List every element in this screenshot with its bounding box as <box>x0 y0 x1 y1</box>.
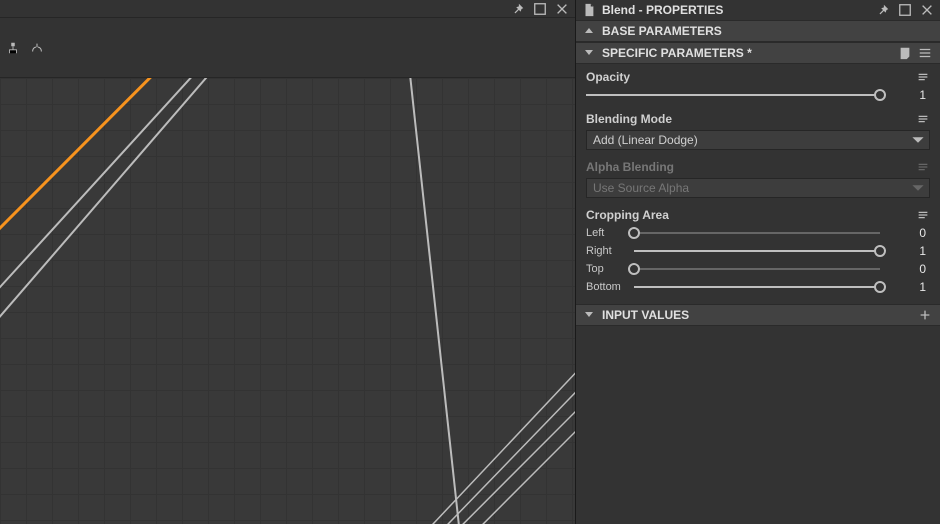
section-base-parameters-header[interactable]: BASE PARAMETERS <box>576 20 940 42</box>
opacity-value[interactable]: 1 <box>890 88 930 102</box>
crop-top-label: Top <box>586 263 624 275</box>
properties-panel: Blend - PROPERTIES BASE PARAMETERS SPECI… <box>576 0 940 524</box>
crop-left-slider[interactable] <box>634 226 880 240</box>
crop-left-value[interactable]: 0 <box>890 226 930 240</box>
properties-titlebar: Blend - PROPERTIES <box>576 0 940 20</box>
chevron-down-icon <box>584 308 594 322</box>
section-specific-parameters-label: SPECIFIC PARAMETERS * <box>602 46 890 60</box>
chevron-down-icon <box>584 46 594 60</box>
opacity-slider[interactable] <box>586 88 880 102</box>
chevron-down-icon <box>911 181 925 195</box>
pin-icon[interactable] <box>876 3 890 17</box>
crop-bottom-value[interactable]: 1 <box>890 280 930 294</box>
add-icon[interactable] <box>918 308 932 322</box>
toolbar-alignment-icon[interactable] <box>30 41 44 55</box>
chevron-down-icon <box>911 133 925 147</box>
section-input-values-label: INPUT VALUES <box>602 308 910 322</box>
section-specific-parameters-body: Opacity 1 Blending Mode Add (Linear Dodg… <box>576 64 940 304</box>
close-icon[interactable] <box>920 3 934 17</box>
section-input-values-body <box>576 326 940 524</box>
crop-left-label: Left <box>586 227 624 239</box>
chevron-right-icon <box>584 24 594 38</box>
param-opacity: Opacity 1 <box>586 70 930 102</box>
graph-panel-header <box>0 0 575 18</box>
document-icon <box>582 3 596 17</box>
param-blending-mode: Blending Mode Add (Linear Dodge) <box>586 112 930 150</box>
close-icon[interactable] <box>555 2 569 16</box>
param-alpha-blending-label: Alpha Blending <box>586 160 916 174</box>
maximize-icon[interactable] <box>898 3 912 17</box>
section-input-values-header[interactable]: INPUT VALUES <box>576 304 940 326</box>
section-base-parameters-label: BASE PARAMETERS <box>602 24 932 38</box>
graph-toolbar <box>0 18 575 78</box>
blending-mode-dropdown[interactable]: Add (Linear Dodge) <box>586 130 930 150</box>
crop-top-slider[interactable] <box>634 262 880 276</box>
crop-right-value[interactable]: 1 <box>890 244 930 258</box>
param-options-icon[interactable] <box>916 70 930 84</box>
toolbar-node-icon[interactable] <box>6 41 20 55</box>
pin-icon[interactable] <box>511 2 525 16</box>
param-cropping-area-label: Cropping Area <box>586 208 916 222</box>
note-icon[interactable] <box>898 46 912 60</box>
param-opacity-label: Opacity <box>586 70 916 84</box>
param-options-icon[interactable] <box>916 160 930 174</box>
crop-top-value[interactable]: 0 <box>890 262 930 276</box>
alpha-blending-value: Use Source Alpha <box>593 181 689 195</box>
menu-lines-icon[interactable] <box>918 46 932 60</box>
param-blending-mode-label: Blending Mode <box>586 112 916 126</box>
maximize-icon[interactable] <box>533 2 547 16</box>
param-options-icon[interactable] <box>916 208 930 222</box>
param-options-icon[interactable] <box>916 112 930 126</box>
node-graph-canvas[interactable] <box>0 78 575 524</box>
alpha-blending-dropdown: Use Source Alpha <box>586 178 930 198</box>
properties-title: Blend - PROPERTIES <box>602 3 870 17</box>
blending-mode-value: Add (Linear Dodge) <box>593 133 698 147</box>
crop-right-slider[interactable] <box>634 244 880 258</box>
graph-panel <box>0 0 576 524</box>
crop-bottom-label: Bottom <box>586 281 624 293</box>
section-specific-parameters-header[interactable]: SPECIFIC PARAMETERS * <box>576 42 940 64</box>
crop-bottom-slider[interactable] <box>634 280 880 294</box>
param-alpha-blending: Alpha Blending Use Source Alpha <box>586 160 930 198</box>
crop-right-label: Right <box>586 245 624 257</box>
param-cropping-area: Cropping Area Left 0 Right 1 Top 0 Botto… <box>586 208 930 294</box>
